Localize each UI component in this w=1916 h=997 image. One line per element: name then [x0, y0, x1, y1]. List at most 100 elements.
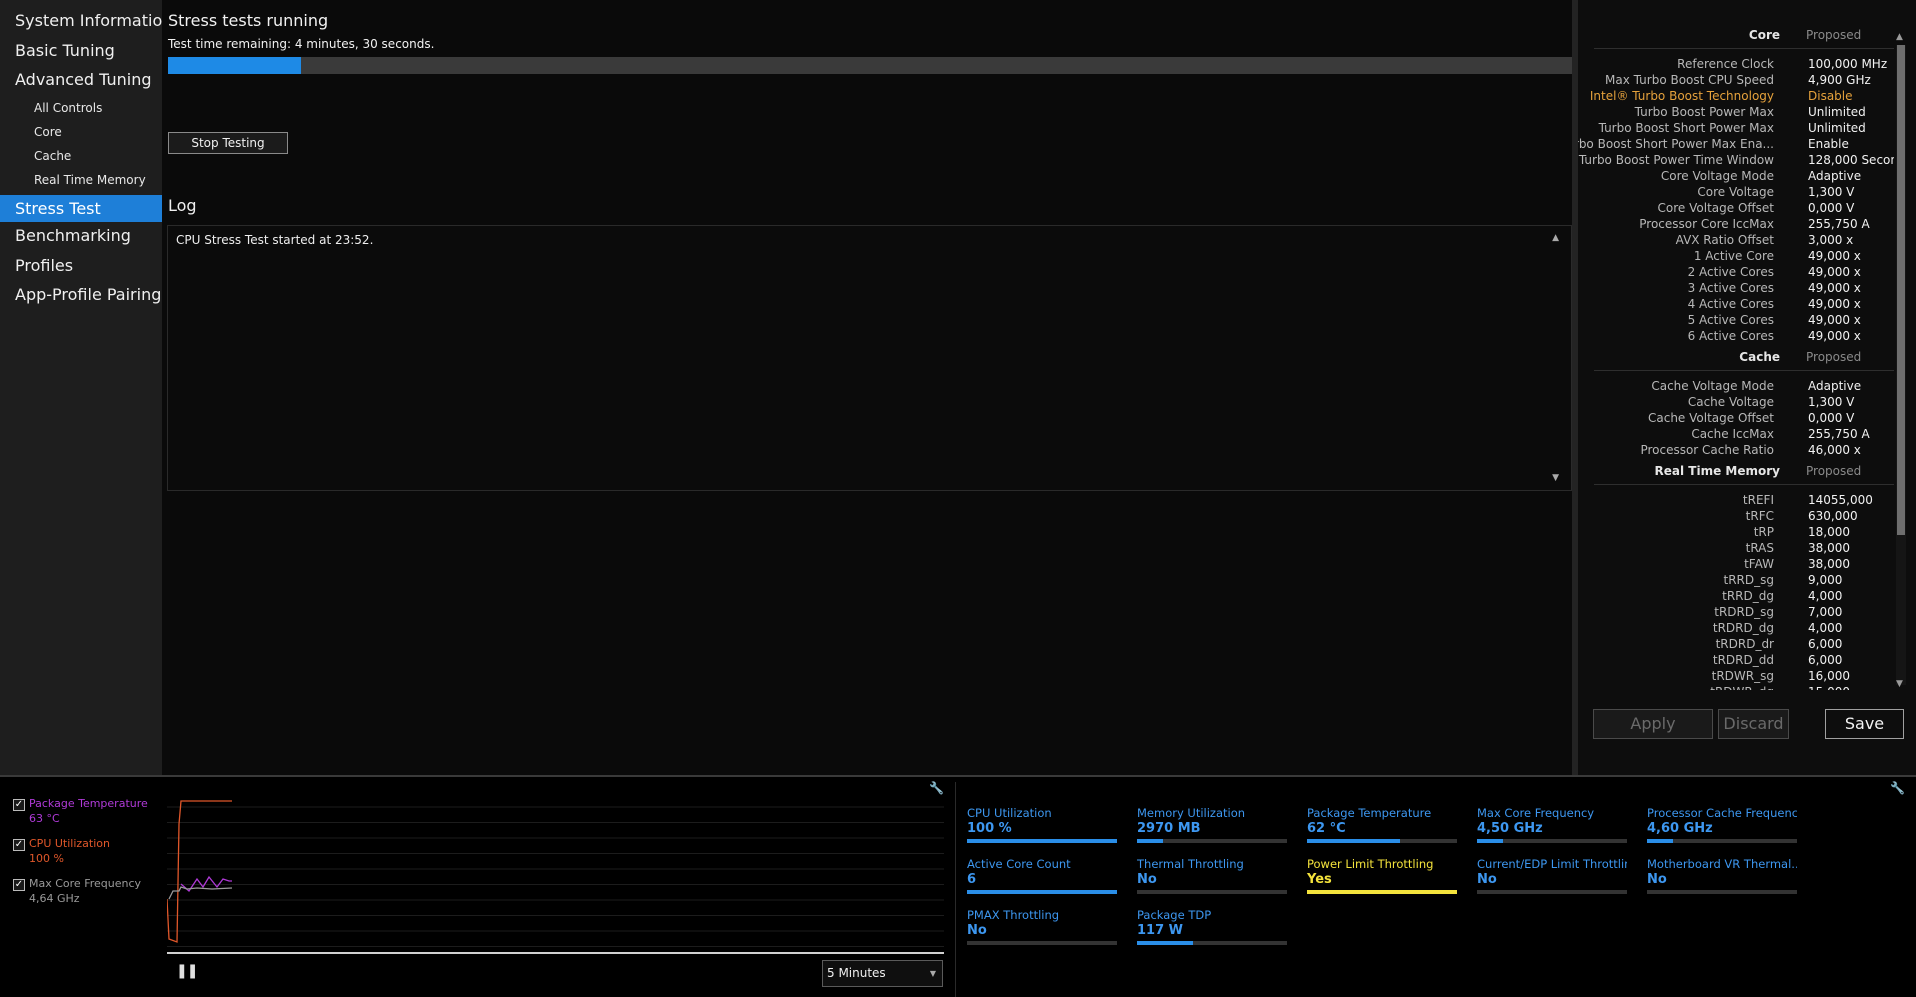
- metric-tile: Power Limit Throttling Yes: [1307, 857, 1457, 899]
- setting-row[interactable]: tRDWR_dg 15,000: [1578, 685, 1894, 690]
- setting-label: 2 Active Cores: [1687, 265, 1774, 279]
- metric-tile: Max Core Frequency 4,50 GHz: [1477, 806, 1627, 848]
- setting-label: tRAS: [1745, 541, 1774, 555]
- progress-bar: [168, 57, 1572, 74]
- divider: [1594, 484, 1894, 485]
- setting-row[interactable]: 6 Active Cores 49,000 x: [1578, 329, 1894, 345]
- setting-row[interactable]: tRDRD_dg 4,000: [1578, 621, 1894, 637]
- wrench-icon[interactable]: 🔧: [1890, 781, 1905, 795]
- metric-bar: [1137, 839, 1287, 843]
- nav-stress-test[interactable]: Stress Test: [0, 195, 162, 222]
- checkbox[interactable]: ✓: [13, 839, 25, 851]
- setting-row[interactable]: Cache IccMax 255,750 A: [1578, 427, 1894, 443]
- setting-row[interactable]: Processor Core IccMax 255,750 A: [1578, 217, 1894, 233]
- setting-row[interactable]: tRDRD_dr 6,000: [1578, 637, 1894, 653]
- nav-advanced-tuning[interactable]: Advanced Tuning: [0, 70, 162, 89]
- metric-bar: [1307, 839, 1457, 843]
- metric-label: Package Temperature: [1307, 806, 1432, 820]
- setting-row[interactable]: Turbo Boost Short Power Max Ena... Enable: [1578, 137, 1894, 153]
- setting-row[interactable]: tRRD_sg 9,000: [1578, 573, 1894, 589]
- setting-row[interactable]: tRRD_dg 4,000: [1578, 589, 1894, 605]
- section-header-cache[interactable]: CacheProposed⌃: [1594, 350, 1894, 370]
- setting-row[interactable]: 2 Active Cores 49,000 x: [1578, 265, 1894, 281]
- save-button[interactable]: Save: [1825, 709, 1904, 739]
- nav-basic-tuning[interactable]: Basic Tuning: [0, 41, 162, 60]
- nav-benchmarking[interactable]: Benchmarking: [0, 226, 162, 245]
- scroll-up-icon[interactable]: ▲: [1552, 233, 1559, 243]
- setting-row[interactable]: tRAS 38,000: [1578, 541, 1894, 557]
- setting-row[interactable]: Core Voltage Mode Adaptive: [1578, 169, 1894, 185]
- setting-row[interactable]: Core Voltage 1,300 V: [1578, 185, 1894, 201]
- proposed-label: Proposed: [1806, 28, 1862, 42]
- setting-row[interactable]: tRDWR_sg 16,000: [1578, 669, 1894, 685]
- settings-list: CoreProposed⌃ Reference Clock100,000 MHzM…: [1578, 0, 1894, 690]
- duration-select[interactable]: 5 Minutes ▼: [822, 960, 943, 987]
- scrollbar[interactable]: [1896, 45, 1906, 685]
- setting-row[interactable]: 1 Active Core 49,000 x: [1578, 249, 1894, 265]
- setting-row[interactable]: tFAW 38,000: [1578, 557, 1894, 573]
- checkbox[interactable]: ✓: [13, 879, 25, 891]
- metric-tile: PMAX Throttling No: [967, 908, 1117, 950]
- checkbox[interactable]: ✓: [13, 799, 25, 811]
- metric-bar: [967, 839, 1117, 843]
- metric-tile: Thermal Throttling No: [1137, 857, 1287, 899]
- setting-row[interactable]: 5 Active Cores 49,000 x: [1578, 313, 1894, 329]
- metric-value: 6: [967, 872, 977, 887]
- setting-row[interactable]: tRP 18,000: [1578, 525, 1894, 541]
- scroll-down-icon[interactable]: ▼: [1552, 473, 1559, 483]
- setting-label: tREFI: [1742, 493, 1774, 507]
- setting-row[interactable]: Turbo Boost Power Max Unlimited: [1578, 105, 1894, 121]
- setting-row[interactable]: Core Voltage Offset 0,000 V: [1578, 201, 1894, 217]
- setting-row[interactable]: tRDRD_sg 7,000: [1578, 605, 1894, 621]
- setting-row[interactable]: Cache Voltage 1,300 V: [1578, 395, 1894, 411]
- proposed-label: Proposed: [1806, 350, 1862, 364]
- setting-value: 49,000 x: [1808, 281, 1861, 295]
- pause-button[interactable]: ❚❚: [176, 963, 198, 979]
- discard-button[interactable]: Discard: [1718, 709, 1789, 739]
- scrollbar-thumb[interactable]: [1897, 45, 1905, 535]
- wrench-icon[interactable]: 🔧: [929, 781, 944, 795]
- nav-all-controls[interactable]: All Controls: [0, 101, 162, 115]
- setting-row[interactable]: Processor Cache Ratio 46,000 x: [1578, 443, 1894, 459]
- setting-value: 14055,000: [1808, 493, 1873, 507]
- nav-app-profile-pairing[interactable]: App-Profile Pairing: [0, 285, 162, 304]
- setting-value: Unlimited: [1808, 105, 1866, 119]
- setting-row[interactable]: 3 Active Cores 49,000 x: [1578, 281, 1894, 297]
- nav-real-time-memory[interactable]: Real Time Memory: [0, 173, 162, 187]
- setting-row[interactable]: tRFC 630,000: [1578, 509, 1894, 525]
- nav-system-information[interactable]: System Information: [0, 11, 172, 30]
- nav-cache[interactable]: Cache: [0, 149, 162, 163]
- metric-value: Yes: [1307, 872, 1332, 887]
- section-header-real-time-memory[interactable]: Real Time MemoryProposed⌃: [1594, 464, 1894, 484]
- setting-label: Processor Cache Ratio: [1640, 443, 1774, 457]
- setting-row[interactable]: Reference Clock 100,000 MHz: [1578, 57, 1894, 73]
- metric-label: Processor Cache Frequency: [1647, 806, 1797, 820]
- log-title: Log: [168, 196, 197, 215]
- setting-row[interactable]: Cache Voltage Mode Adaptive: [1578, 379, 1894, 395]
- metric-value: 100 %: [967, 821, 1012, 836]
- scroll-up-icon[interactable]: ▲: [1896, 32, 1903, 42]
- apply-button[interactable]: Apply: [1593, 709, 1713, 739]
- setting-row[interactable]: Turbo Boost Power Time Window 128,000 Sec…: [1578, 153, 1894, 169]
- nav-core[interactable]: Core: [0, 125, 162, 139]
- setting-row[interactable]: Cache Voltage Offset 0,000 V: [1578, 411, 1894, 427]
- proposed-label: Proposed: [1806, 464, 1862, 478]
- nav-profiles[interactable]: Profiles: [0, 256, 162, 275]
- setting-row[interactable]: 4 Active Cores 49,000 x: [1578, 297, 1894, 313]
- stop-testing-button[interactable]: Stop Testing: [168, 132, 288, 154]
- setting-row[interactable]: tRDRD_dd 6,000: [1578, 653, 1894, 669]
- setting-label: tRRD_sg: [1723, 573, 1775, 587]
- setting-value: 7,000: [1808, 605, 1843, 619]
- page-title: Stress tests running: [168, 11, 329, 30]
- setting-row[interactable]: Intel® Turbo Boost Technology Disable: [1578, 89, 1894, 105]
- metric-value: 2970 MB: [1137, 821, 1201, 836]
- setting-row[interactable]: tREFI 14055,000: [1578, 493, 1894, 509]
- setting-row[interactable]: AVX Ratio Offset 3,000 x: [1578, 233, 1894, 249]
- setting-row[interactable]: Max Turbo Boost CPU Speed 4,900 GHz: [1578, 73, 1894, 89]
- scroll-down-icon[interactable]: ▼: [1896, 679, 1903, 689]
- section-header-core[interactable]: CoreProposed⌃: [1594, 28, 1894, 48]
- setting-label: Cache IccMax: [1691, 427, 1774, 441]
- setting-row[interactable]: Turbo Boost Short Power Max Unlimited: [1578, 121, 1894, 137]
- setting-value: 6,000: [1808, 637, 1843, 651]
- log-box[interactable]: CPU Stress Test started at 23:52. ▲ ▼: [167, 225, 1572, 491]
